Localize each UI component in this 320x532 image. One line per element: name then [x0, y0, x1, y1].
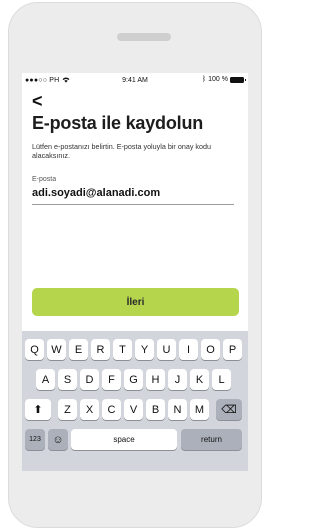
page-title: E-posta ile kaydolun [32, 113, 204, 133]
key-q[interactable]: Q [25, 339, 44, 360]
key-w[interactable]: W [47, 339, 66, 360]
delete-key[interactable]: ⌫ [216, 399, 242, 420]
space-key[interactable]: space [71, 429, 177, 450]
key-s[interactable]: S [58, 369, 77, 390]
bluetooth-icon: ᛒ [201, 76, 207, 83]
key-p[interactable]: P [223, 339, 242, 360]
email-field-underline [32, 204, 234, 205]
next-button[interactable]: İleri [32, 288, 239, 316]
return-key[interactable]: return [181, 429, 242, 450]
shift-key[interactable]: ⬆ [25, 399, 51, 420]
key-x[interactable]: X [80, 399, 99, 420]
email-label: E-posta [32, 176, 57, 183]
back-button[interactable]: < [32, 91, 43, 112]
key-v[interactable]: V [124, 399, 143, 420]
key-k[interactable]: K [190, 369, 209, 390]
numbers-key[interactable]: 123 [25, 429, 45, 450]
key-f[interactable]: F [102, 369, 121, 390]
status-right: ᛒ 100 % [201, 76, 246, 83]
emoji-icon: ☺ [52, 433, 64, 446]
home-button[interactable] [109, 486, 161, 522]
key-u[interactable]: U [157, 339, 176, 360]
email-field[interactable]: adi.soyadi@alanadi.com [32, 187, 160, 199]
battery-icon [230, 76, 246, 83]
key-h[interactable]: H [146, 369, 165, 390]
key-i[interactable]: I [179, 339, 198, 360]
key-y[interactable]: Y [135, 339, 154, 360]
chevron-left-icon: < [32, 91, 43, 111]
key-m[interactable]: M [190, 399, 209, 420]
emoji-key[interactable]: ☺ [48, 429, 68, 450]
key-b[interactable]: B [146, 399, 165, 420]
status-bar: ●●●○○ PH 9:41 AM ᛒ 100 % [22, 73, 248, 87]
key-n[interactable]: N [168, 399, 187, 420]
key-z[interactable]: Z [58, 399, 77, 420]
key-o[interactable]: O [201, 339, 220, 360]
key-r[interactable]: R [91, 339, 110, 360]
delete-icon: ⌫ [221, 404, 237, 416]
key-c[interactable]: C [102, 399, 121, 420]
onscreen-keyboard: Q W E R T Y U I O P A S D F G H J K L ⬆ … [22, 331, 248, 471]
speaker-grille [117, 33, 171, 41]
key-j[interactable]: J [168, 369, 187, 390]
key-a[interactable]: A [36, 369, 55, 390]
page-description: Lütfen e-postanızı belirtin. E-posta yol… [32, 142, 211, 160]
key-e[interactable]: E [69, 339, 88, 360]
key-d[interactable]: D [80, 369, 99, 390]
key-g[interactable]: G [124, 369, 143, 390]
key-t[interactable]: T [113, 339, 132, 360]
shift-icon: ⬆ [33, 404, 43, 416]
key-l[interactable]: L [212, 369, 231, 390]
battery-percent: 100 % [208, 76, 228, 83]
phone-screen: ●●●○○ PH 9:41 AM ᛒ 100 % < E-posta ile k… [22, 73, 248, 471]
